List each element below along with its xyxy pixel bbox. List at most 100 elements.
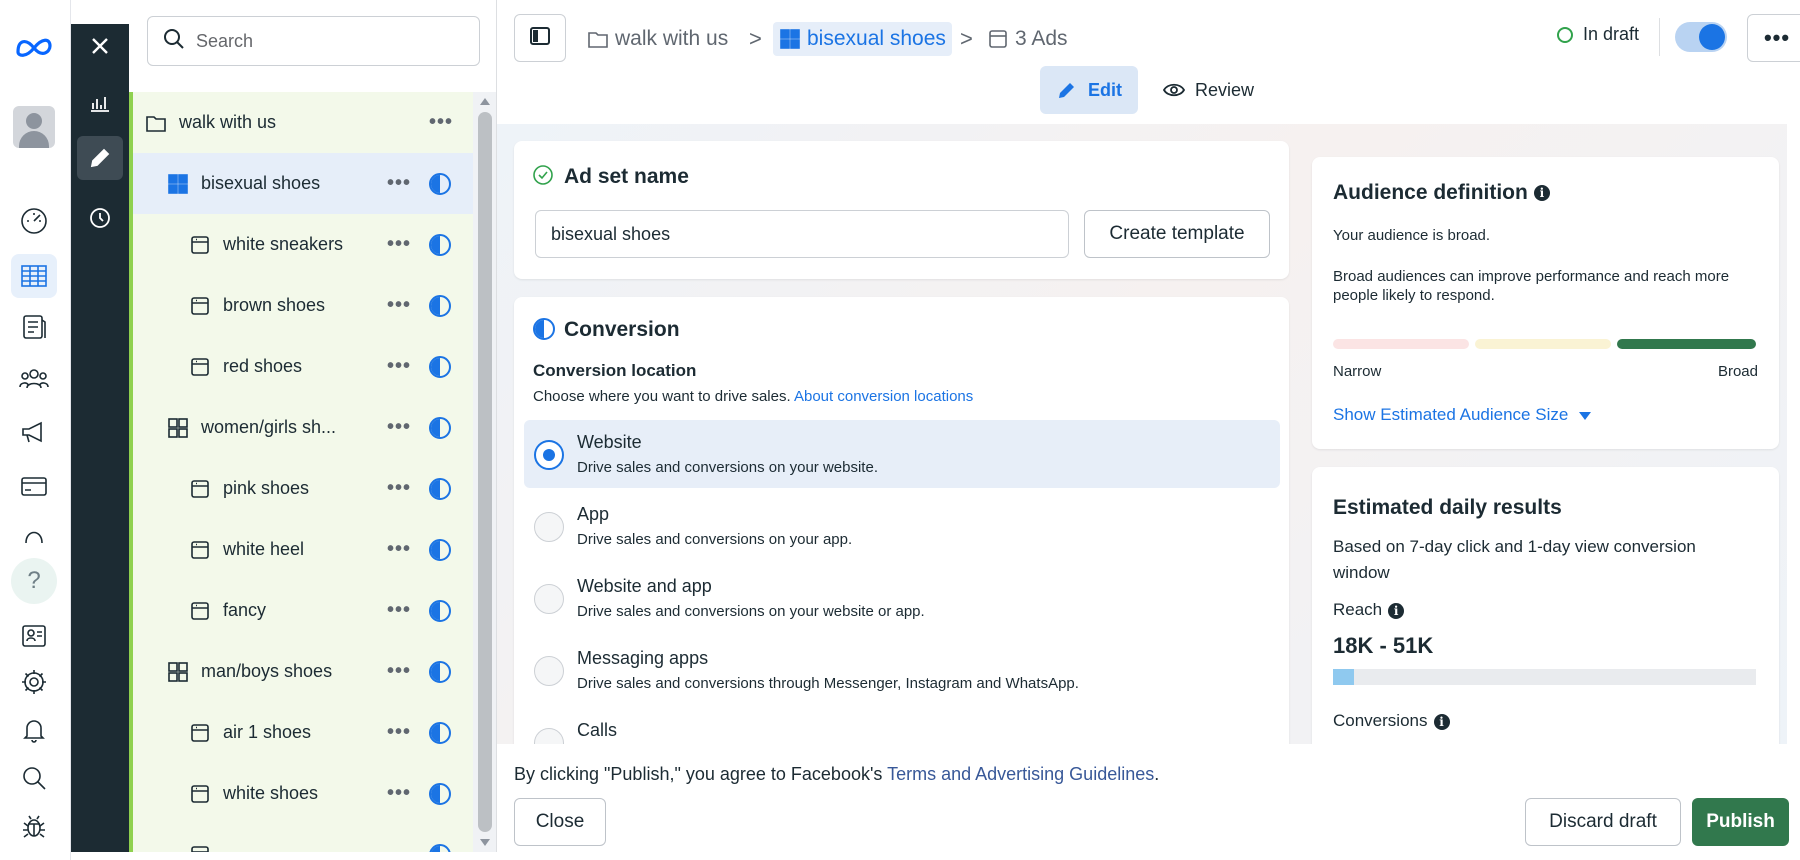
tree-item-ad[interactable]: fancy •••: [133, 580, 473, 641]
breadcrumb-adset[interactable]: bisexual shoes: [773, 22, 952, 56]
more-options-icon[interactable]: •••: [387, 538, 411, 561]
close-icon[interactable]: [77, 24, 123, 68]
tree-item-ad[interactable]: [133, 824, 473, 852]
edit-pencil-icon[interactable]: [77, 136, 123, 180]
tree-item-adset[interactable]: man/boys shoes •••: [133, 641, 473, 702]
charts-icon[interactable]: [77, 80, 123, 124]
review-mode-tab[interactable]: Review: [1147, 66, 1270, 114]
publish-button[interactable]: Publish: [1692, 798, 1789, 846]
scroll-up-icon[interactable]: [480, 98, 490, 105]
review-mode-label: Review: [1195, 79, 1255, 100]
agreement-text: By clicking "Publish," you agree to Face…: [514, 764, 883, 784]
tree-item-label: white heel: [223, 539, 305, 559]
status-half-circle-icon: [429, 416, 451, 439]
dashboard-icon[interactable]: [11, 198, 57, 242]
tree-search[interactable]: [147, 16, 480, 66]
more-options-icon[interactable]: •••: [387, 416, 411, 439]
info-icon[interactable]: i: [1433, 713, 1450, 730]
tree-item-ad[interactable]: white sneakers •••: [133, 214, 473, 275]
notifications-bell-icon[interactable]: [11, 708, 57, 752]
breadcrumb-ads[interactable]: 3 Ads: [987, 24, 1068, 54]
radio-button[interactable]: [534, 512, 564, 542]
search-input[interactable]: [196, 30, 456, 52]
campaigns-table-icon[interactable]: [11, 254, 57, 298]
adset-name-input[interactable]: [535, 210, 1069, 258]
scroll-thumb[interactable]: [478, 112, 492, 832]
radio-button[interactable]: [534, 728, 564, 744]
tree-item-campaign[interactable]: walk with us •••: [133, 92, 473, 153]
more-options-icon[interactable]: •••: [429, 111, 453, 134]
status-half-circle-icon: [429, 172, 451, 195]
create-template-button[interactable]: Create template: [1084, 210, 1270, 258]
settings-gear-icon[interactable]: [11, 660, 57, 704]
audiences-icon[interactable]: [11, 357, 57, 401]
conversion-option-messaging-apps[interactable]: Messaging apps Drive sales and conversio…: [524, 636, 1280, 704]
discard-draft-button[interactable]: Discard draft: [1525, 798, 1681, 846]
breadcrumb-campaign[interactable]: walk with us: [587, 24, 728, 54]
more-options-button[interactable]: •••: [1747, 14, 1800, 62]
avatar[interactable]: [13, 106, 55, 148]
radio-button[interactable]: [534, 656, 564, 686]
bug-report-icon[interactable]: [11, 804, 57, 848]
edit-mode-tab[interactable]: Edit: [1040, 66, 1138, 114]
ads-megaphone-icon[interactable]: [11, 410, 57, 454]
more-options-icon[interactable]: •••: [387, 355, 411, 378]
option-title: Calls: [577, 720, 618, 740]
tree-item-ad[interactable]: pink shoes •••: [133, 458, 473, 519]
tree-list: walk with us ••• bisexual shoes ••• whit…: [129, 92, 473, 852]
tree-item-adset[interactable]: women/girls sh... •••: [133, 397, 473, 458]
folder-icon: [145, 112, 167, 134]
adset-on-off-toggle[interactable]: [1675, 22, 1727, 52]
tree-item-ad[interactable]: brown shoes •••: [133, 275, 473, 336]
section-title: Ad set name: [564, 165, 689, 188]
about-conversion-locations-link[interactable]: About conversion locations: [794, 388, 973, 405]
more-options-icon[interactable]: •••: [387, 782, 411, 805]
tree-item-ad[interactable]: red shoes •••: [133, 336, 473, 397]
toggle-panel-button[interactable]: [514, 14, 566, 62]
conversion-option-app[interactable]: App Drive sales and conversions on your …: [524, 492, 1280, 560]
status-half-circle-icon: [429, 294, 451, 317]
more-options-icon[interactable]: •••: [387, 294, 411, 317]
scroll-down-icon[interactable]: [480, 839, 490, 846]
radio-button[interactable]: [534, 440, 564, 470]
more-options-icon[interactable]: •••: [387, 721, 411, 744]
info-icon[interactable]: i: [1388, 602, 1405, 619]
help-icon[interactable]: ?: [11, 558, 57, 604]
more-options-icon[interactable]: •••: [387, 477, 411, 500]
more-options-icon[interactable]: •••: [387, 172, 411, 195]
tree-item-label: pink shoes: [223, 478, 310, 498]
status-half-circle-icon: [429, 477, 451, 500]
radio-button[interactable]: [534, 584, 564, 614]
tree-scrollbar[interactable]: [473, 92, 496, 852]
more-options-icon[interactable]: •••: [387, 599, 411, 622]
tree-item-ad[interactable]: air 1 shoes •••: [133, 702, 473, 763]
more-options-icon[interactable]: •••: [387, 233, 411, 256]
history-clock-icon[interactable]: [77, 196, 123, 240]
conversions-label-text: Conversions: [1333, 711, 1428, 730]
collapse-arc-icon[interactable]: [11, 514, 57, 558]
billing-card-icon[interactable]: [11, 464, 57, 508]
draft-status-label: In draft: [1583, 24, 1640, 44]
folder-icon: [588, 32, 608, 48]
option-title: Messaging apps: [577, 648, 709, 668]
news-icon[interactable]: [11, 614, 57, 658]
more-options-icon[interactable]: •••: [387, 660, 411, 683]
meta-logo-icon[interactable]: [11, 24, 57, 68]
tree-item-adset[interactable]: bisexual shoes •••: [133, 153, 473, 214]
info-icon[interactable]: i: [1533, 185, 1550, 202]
breadcrumb-campaign-label: walk with us: [615, 27, 729, 50]
pages-icon[interactable]: [11, 305, 57, 349]
ad-page-icon: [189, 783, 211, 805]
conversion-option-website[interactable]: Website Drive sales and conversions on y…: [524, 420, 1280, 488]
tree-item-ad[interactable]: white heel •••: [133, 519, 473, 580]
conversion-option-website-and-app[interactable]: Website and app Drive sales and conversi…: [524, 564, 1280, 632]
search-icon[interactable]: [11, 756, 57, 800]
close-button[interactable]: Close: [514, 798, 606, 846]
adset-grid-icon: [167, 661, 189, 683]
conversion-option-calls[interactable]: Calls: [524, 708, 1280, 744]
audience-broad-label: Broad: [1717, 363, 1758, 380]
terms-link[interactable]: Terms and Advertising Guidelines: [887, 764, 1154, 784]
ad-page-icon: [189, 356, 211, 378]
tree-item-ad[interactable]: white shoes •••: [133, 763, 473, 824]
show-audience-size-link[interactable]: Show Estimated Audience Size: [1333, 405, 1592, 425]
